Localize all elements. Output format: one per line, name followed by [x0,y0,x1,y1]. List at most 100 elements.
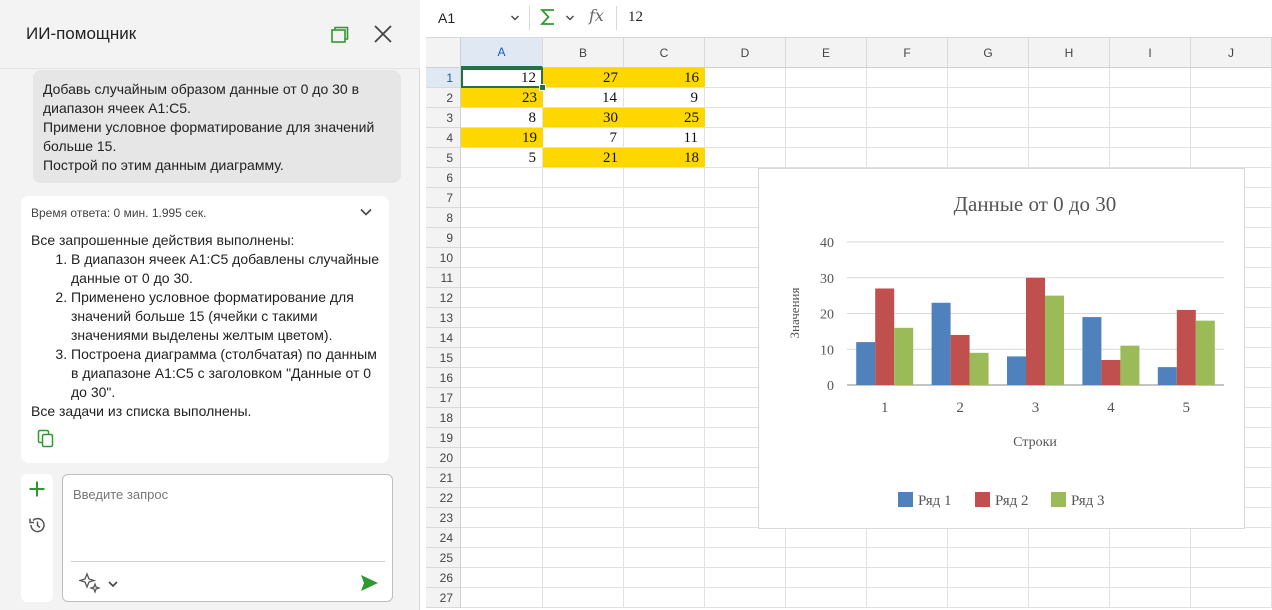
row-header-15[interactable]: 15 [426,348,461,368]
cell-a1[interactable]: 12 [461,68,542,87]
row-header-7[interactable]: 7 [426,188,461,208]
chart-title: Данные от 0 до 30 [954,192,1117,216]
cell-b4[interactable]: 7 [543,128,623,147]
bar-chart[interactable]: Данные от 0 до 30 0 10 20 30 40 1 2 3 4 5 Строки Зна… [758,168,1245,529]
row-header-8[interactable]: 8 [426,208,461,228]
chevron-down-icon[interactable] [107,578,119,590]
column-header-g[interactable]: G [948,38,1029,68]
cell-a5[interactable]: 5 [461,148,542,167]
column-header-d[interactable]: D [705,38,786,68]
gridline [461,567,1272,568]
popout-window-icon[interactable] [329,25,349,45]
row-header-2[interactable]: 2 [426,88,461,108]
cell-c4[interactable]: 11 [624,128,704,147]
row-header-10[interactable]: 10 [426,248,461,268]
new-chat-plus-icon[interactable] [28,480,46,498]
chevron-down-icon[interactable] [359,205,373,219]
row-header-3[interactable]: 3 [426,108,461,128]
row-header-13[interactable]: 13 [426,308,461,328]
legend-swatch [1051,492,1066,507]
prompt-box [62,474,393,602]
divider [616,6,617,30]
row-header-22[interactable]: 22 [426,488,461,508]
x-tick-label: 4 [1107,400,1115,416]
select-all-corner[interactable] [426,38,461,68]
y-tick-label: 10 [820,343,834,358]
row-header-14[interactable]: 14 [426,328,461,348]
send-icon[interactable] [359,573,379,593]
bar-ряд-3-4 [1120,345,1140,385]
x-axis-label: Строки [1013,435,1057,450]
chevron-down-icon[interactable] [510,13,520,23]
column-header-a[interactable]: A [461,38,543,68]
column-header-h[interactable]: H [1029,38,1110,68]
row-header-6[interactable]: 6 [426,168,461,188]
gridline [461,607,1272,608]
cell-c1[interactable]: 16 [624,68,705,87]
cell-b2[interactable]: 14 [543,88,623,107]
row-header-4[interactable]: 4 [426,128,461,148]
row-header-24[interactable]: 24 [426,528,461,548]
close-icon[interactable] [372,23,394,45]
divider [71,561,385,562]
gridline [461,547,1272,548]
prompt-input[interactable] [71,485,385,559]
assistant-title: ИИ-помощник [26,24,137,43]
column-header-f[interactable]: F [867,38,948,68]
cell-a4[interactable]: 19 [461,128,543,147]
row-header-9[interactable]: 9 [426,228,461,248]
user-message-line: диапазон ячеек А1:С5. [43,100,191,116]
cell-c5[interactable]: 18 [624,148,705,167]
ai-actions-icon[interactable] [79,572,101,594]
column-header-j[interactable]: J [1191,38,1272,68]
row-header-27[interactable]: 27 [426,588,461,608]
assistant-panel: ИИ-помощник Добавь случайным образом дан… [0,0,420,610]
cell-a2[interactable]: 23 [461,88,543,107]
cell-c3[interactable]: 25 [624,108,705,127]
row-header-25[interactable]: 25 [426,548,461,568]
response-body: Все запрошенные действия выполнены: В ди… [31,231,381,421]
copy-icon[interactable] [37,429,55,449]
function-fx-icon[interactable]: fx [589,6,604,25]
legend-label: Ряд 2 [995,493,1029,509]
name-box[interactable]: A1 [438,10,455,26]
row-header-1[interactable]: 1 [426,68,461,88]
bar-ряд-3-3 [1045,295,1064,385]
row-header-18[interactable]: 18 [426,408,461,428]
column-header-b[interactable]: B [543,38,624,68]
response-item-line: данные от 0 до 30. [71,270,193,286]
formula-bar: A1 fx 12 [426,0,1272,38]
bar-ряд-3-5 [1195,320,1215,385]
response-outro: Все задачи из списка выполнены. [31,403,252,419]
cell-b3[interactable]: 30 [543,108,624,127]
cell-b1[interactable]: 27 [543,68,624,87]
response-item: Применено условное форматирование для зн… [71,288,381,345]
response-item: В диапазон ячеек A1:C5 добавлены случайн… [71,250,381,288]
formula-input[interactable]: 12 [628,9,643,26]
row-header-5[interactable]: 5 [426,148,461,168]
chevron-down-icon[interactable] [565,13,575,23]
cell-c2[interactable]: 9 [624,88,704,107]
cell-b5[interactable]: 21 [543,148,624,167]
user-message-line: Примени условное форматирование для знач… [43,119,375,135]
row-header-16[interactable]: 16 [426,368,461,388]
row-header-11[interactable]: 11 [426,268,461,288]
column-header-i[interactable]: I [1110,38,1191,68]
column-header-e[interactable]: E [786,38,867,68]
row-header-21[interactable]: 21 [426,468,461,488]
legend-label: Ряд 3 [1071,493,1105,509]
column-header-c[interactable]: C [624,38,705,68]
autosum-icon[interactable] [540,8,556,26]
row-header-19[interactable]: 19 [426,428,461,448]
response-item-line: в диапазоне A1:C5 с заголовком "Данные о… [71,365,372,381]
history-icon[interactable] [27,515,47,535]
row-header-12[interactable]: 12 [426,288,461,308]
row-header-23[interactable]: 23 [426,508,461,528]
row-header-26[interactable]: 26 [426,568,461,588]
x-tick-label: 3 [1032,400,1040,416]
response-intro: Все запрошенные действия выполнены: [31,232,295,248]
bar-ряд-2-3 [1026,277,1045,385]
row-header-20[interactable]: 20 [426,448,461,468]
cell-a3[interactable]: 8 [461,108,542,127]
row-header-17[interactable]: 17 [426,388,461,408]
